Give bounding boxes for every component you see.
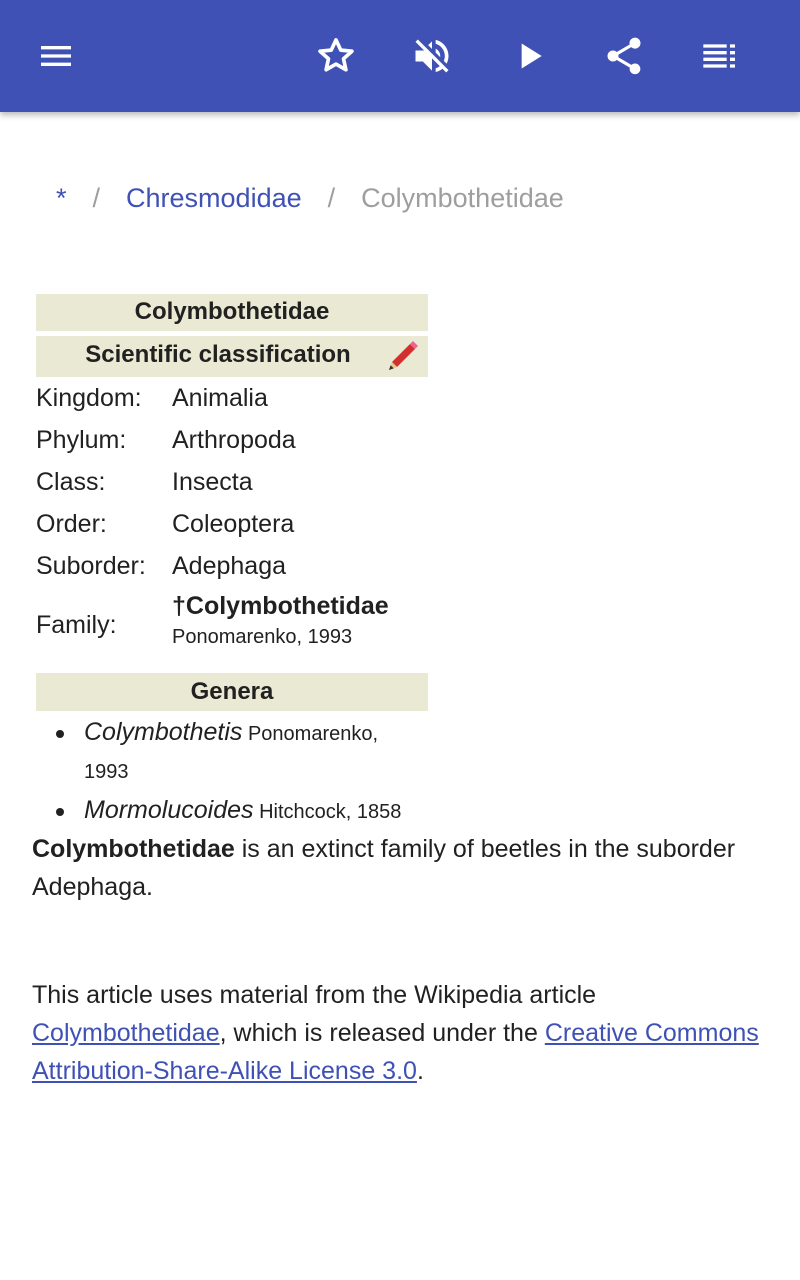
app-bar [0, 0, 800, 112]
mute-button[interactable] [404, 28, 460, 84]
list-item: Mormolucoides Hitchcock, 1858 [36, 791, 428, 831]
rank-value: Adephaga [172, 552, 287, 580]
share-button[interactable] [596, 28, 652, 84]
play-button[interactable] [502, 28, 558, 84]
rank-label: Class: [36, 468, 106, 496]
genus-name: Colymbothetis [84, 718, 243, 746]
family-value: †Colymbothetidae Ponomarenko, 1993 [172, 587, 389, 663]
family-authority: Ponomarenko, 1993 [172, 626, 353, 648]
genus-authority: Hitchcock, 1858 [259, 801, 402, 823]
rank-row-class: Class: Insecta [36, 461, 428, 503]
playlist-icon [703, 44, 735, 68]
play-icon [521, 43, 542, 69]
genera-list: Colymbothetis Ponomarenko, 1993 Mormoluc… [36, 713, 428, 831]
breadcrumb-separator: / [327, 182, 336, 213]
taxobox: Colymbothetidae Scientific classificatio… [36, 294, 428, 831]
genera-header: Genera [36, 673, 428, 711]
favorite-button[interactable] [308, 28, 364, 84]
edit-pencil-icon[interactable] [386, 338, 420, 372]
intro-subject: Colymbothetidae [32, 835, 235, 863]
rank-row-family: Family: †Colymbothetidae Ponomarenko, 19… [36, 587, 428, 663]
rank-label: Kingdom: [36, 384, 142, 412]
classification-header-label: Scientific classification [85, 341, 351, 368]
attribution-suffix: . [416, 1057, 424, 1085]
star-icon [318, 38, 354, 72]
attribution-paragraph: This article uses material from the Wiki… [32, 976, 772, 1090]
classification-header: Scientific classification [36, 336, 428, 377]
list-item: Colymbothetis Ponomarenko, 1993 [36, 713, 428, 791]
contents-button[interactable] [692, 28, 748, 84]
rank-value: Animalia [172, 384, 268, 412]
rank-value: Coleoptera [172, 510, 295, 538]
rank-row-phylum: Phylum: Arthropoda [36, 419, 428, 461]
bullet [56, 730, 64, 738]
breadcrumb-separator: / [92, 182, 101, 213]
rank-value: Arthropoda [172, 426, 296, 454]
breadcrumb-parent-link[interactable]: Chresmodidae [126, 183, 302, 214]
rank-label: Order: [36, 510, 107, 538]
breadcrumb-root-link[interactable]: * [56, 183, 67, 214]
menu-button[interactable] [28, 28, 84, 84]
rank-value: Insecta [172, 468, 253, 496]
breadcrumb: * / Chresmodidae / Colymbothetidae [56, 178, 564, 218]
bullet [56, 808, 64, 816]
rank-row-suborder: Suborder: Adephaga [36, 545, 428, 587]
share-icon [607, 37, 641, 75]
attribution-middle: , which is released under the [219, 1019, 545, 1047]
rank-row-order: Order: Coleoptera [36, 503, 428, 545]
taxobox-title: Colymbothetidae [36, 294, 428, 331]
breadcrumb-current: Colymbothetidae [361, 182, 564, 213]
wikipedia-article-link[interactable]: Colymbothetidae [32, 1019, 220, 1047]
menu-icon [41, 46, 71, 66]
rank-label: Suborder: [36, 552, 146, 580]
intro-paragraph: Colymbothetidae is an extinct family of … [32, 830, 772, 906]
volume-off-icon [415, 39, 449, 73]
rank-row-kingdom: Kingdom: Animalia [36, 377, 428, 419]
genus-name: Mormolucoides [84, 796, 254, 824]
rank-label: Phylum: [36, 426, 127, 454]
attribution-prefix: This article uses material from the Wiki… [32, 981, 597, 1009]
family-name: †Colymbothetidae [172, 592, 389, 620]
rank-label: Family: [36, 610, 117, 639]
